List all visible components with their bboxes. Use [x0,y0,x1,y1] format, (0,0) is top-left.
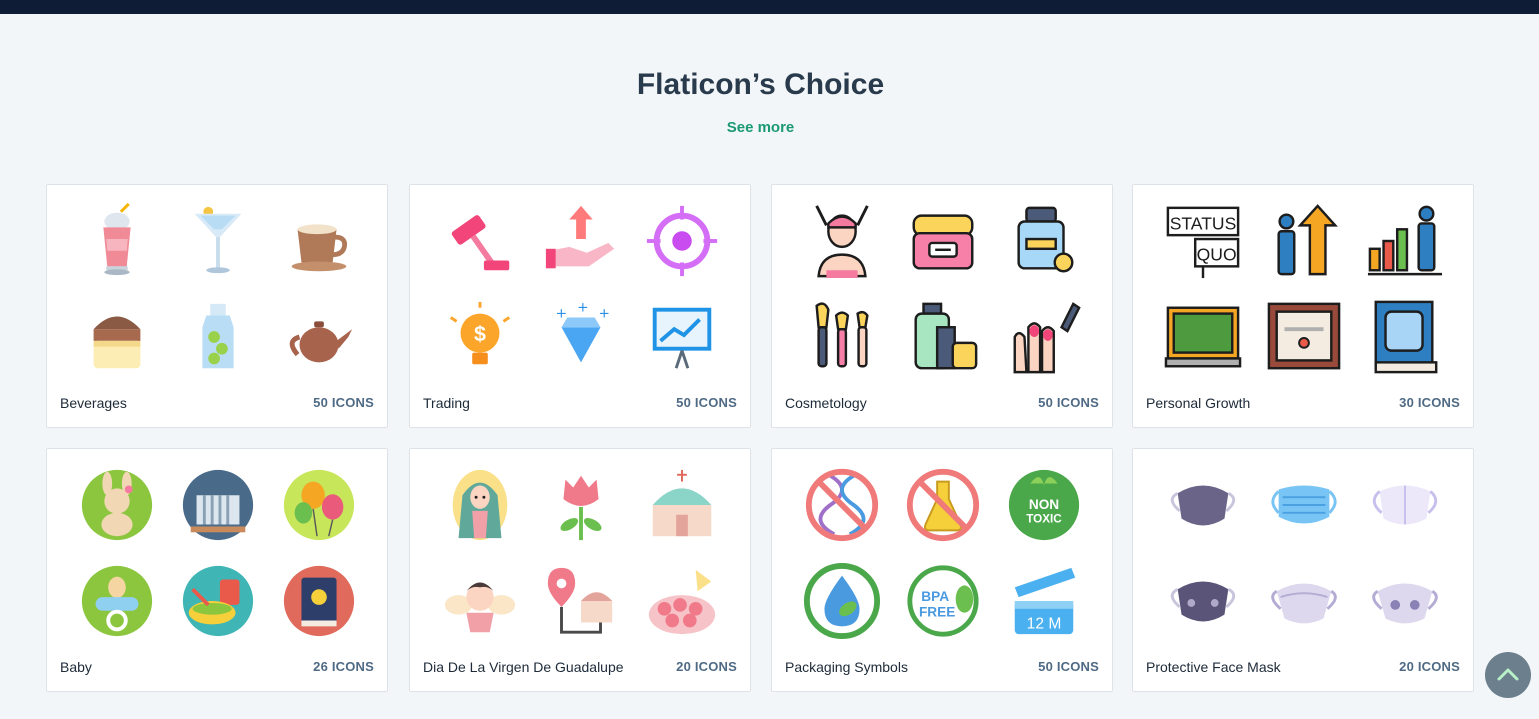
storybook-icon [268,553,369,649]
baby-food-icon [168,553,269,649]
dessert-cup-icon [67,289,168,385]
target-icon [631,193,732,289]
collection-count: 26 ICONS [313,659,374,674]
icon-grid: NON TOXIC BPA FREE 12 M [792,457,1094,649]
virgin-icon [430,457,531,553]
cloth-mask-icon [1153,457,1254,553]
non-label: NON [1029,497,1059,512]
icon-grid: $ + + + [430,193,732,385]
scroll-to-top-button[interactable] [1485,652,1531,698]
status-label: STATUS [1170,213,1237,233]
chevron-up-icon [1497,668,1519,681]
balloons-icon [268,457,369,553]
skincare-products-icon [893,289,994,385]
collection-count: 50 ICONS [676,395,737,410]
collection-card-beverages[interactable]: Beverages 50 ICONS [46,184,388,428]
collection-name: Baby [60,659,92,675]
hand-arrow-up-icon [531,193,632,289]
cosmetic-jar-icon [993,193,1094,289]
collection-name: Packaging Symbols [785,659,908,675]
teddy-bunny-icon [67,457,168,553]
n95-mask-icon [1354,457,1455,553]
makeup-brushes-icon [792,289,893,385]
months-label: 12 M [1026,615,1061,632]
non-toxic-icon: NON TOXIC [993,457,1094,553]
book-icon [1354,289,1455,385]
bpa-label: BPA [921,589,949,604]
collection-card-trading[interactable]: $ + + + Trading 50 ICONS [409,184,751,428]
section-title: Flaticon’s Choice [636,68,885,101]
water-resistant-icon [792,553,893,649]
collection-count: 20 ICONS [676,659,737,674]
basilica-icon [631,457,732,553]
collection-count: 20 ICONS [1399,659,1460,674]
svg-text:+: + [577,300,588,316]
collection-count: 50 ICONS [1038,659,1099,674]
person-arrow-up-icon [1254,193,1355,289]
church-location-icon [531,553,632,649]
surgical-mask-icon [1254,457,1355,553]
icon-grid [430,457,732,649]
collection-name: Dia De La Virgen De Guadalupe [423,659,624,675]
collection-count: 50 ICONS [313,395,374,410]
collection-name: Cosmetology [785,395,867,411]
rose-icon [531,457,632,553]
svg-text:+: + [556,306,567,322]
status-quo-sign-icon: STATUS QUO [1153,193,1254,289]
12m-jar-icon: 12 M [993,553,1094,649]
certificate-icon [1254,289,1355,385]
icon-grid [792,193,1094,385]
icon-grid [67,193,369,385]
quo-label: QUO [1197,245,1237,265]
pacifier-icon [67,553,168,649]
roses-icon [631,553,732,649]
angel-icon [430,553,531,649]
gavel-icon [430,193,531,289]
filter-mask-icon [1153,553,1254,649]
collection-card-protective-face-mask[interactable]: Protective Face Mask 20 ICONS [1132,448,1474,692]
collection-card-cosmetology[interactable]: Cosmetology 50 ICONS [771,184,1113,428]
teapot-icon [268,289,369,385]
top-nav-bar [0,0,1539,14]
milkshake-icon [67,193,168,289]
idea-dollar-icon: $ [430,289,531,385]
nail-polish-icon [993,289,1094,385]
coffee-cup-icon [268,193,369,289]
free-label: FREE [919,605,955,620]
collection-card-dia-de-la-virgen[interactable]: Dia De La Virgen De Guadalupe 20 ICONS [409,448,751,692]
collection-card-baby[interactable]: Baby 26 ICONS [46,448,388,692]
icon-grid [1153,457,1455,649]
valve-mask-icon [1354,553,1455,649]
collection-name: Beverages [60,395,127,411]
collection-name: Personal Growth [1146,395,1251,411]
cocktail-icon [168,193,269,289]
collection-card-personal-growth[interactable]: STATUS QUO Personal Growth 30 ICONS [1132,184,1474,428]
collection-count: 50 ICONS [1038,395,1099,410]
dollar-symbol: $ [474,322,486,346]
collection-card-packaging-symbols[interactable]: NON TOXIC BPA FREE 12 M Packaging Symbols … [771,448,1113,692]
diamond-icon: + + + [531,289,632,385]
respirator-mask-icon [1254,553,1355,649]
lemon-water-bottle-icon [168,289,269,385]
growth-presentation-icon [631,289,732,385]
cream-jar-icon [893,193,994,289]
facial-massage-icon [792,193,893,289]
crib-icon [168,457,269,553]
growth-bar-chart-icon [1354,193,1455,289]
no-gmo-icon [792,457,893,553]
toxic-label: TOXIC [1026,513,1062,526]
see-more-link[interactable]: See more [0,119,1521,136]
icon-grid: STATUS QUO [1153,193,1455,385]
bpa-free-icon: BPA FREE [893,553,994,649]
collection-name: Trading [423,395,470,411]
icon-grid [67,457,369,649]
collection-name: Protective Face Mask [1146,659,1281,675]
collection-count: 30 ICONS [1399,395,1460,410]
blackboard-icon [1153,289,1254,385]
no-chemicals-icon [893,457,994,553]
svg-text:+: + [599,306,610,322]
